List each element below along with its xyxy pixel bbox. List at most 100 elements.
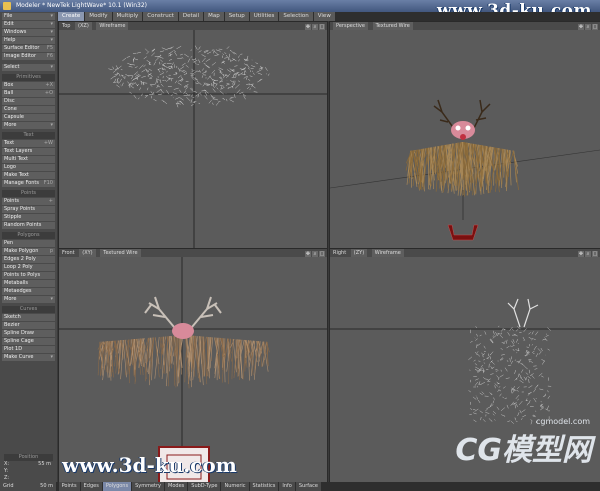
tool-select[interactable]: Select ▾: [2, 64, 55, 71]
tool-capsule[interactable]: Capsule: [2, 114, 55, 121]
section-primitives: Primitives: [2, 74, 55, 81]
tool-more[interactable]: More ▾: [2, 122, 55, 129]
tab-construct[interactable]: Construct: [143, 12, 178, 21]
position-y[interactable]: Y:: [2, 468, 55, 475]
tool-ball[interactable]: Ball +O: [2, 90, 55, 97]
watermark-bottom: www.3d-ku.com: [62, 453, 237, 477]
section-curves: Curves: [2, 306, 55, 313]
tool-logo[interactable]: Logo: [2, 164, 55, 171]
tool-manage-fonts[interactable]: Manage Fonts F10: [2, 180, 55, 187]
render-mode-dropdown[interactable]: Wireframe: [96, 22, 129, 30]
render-mode-dropdown[interactable]: Textured Wire: [372, 22, 413, 30]
section-text: Text: [2, 132, 55, 139]
grid-readout: Grid 50 m: [0, 482, 56, 491]
tool-metaedges[interactable]: Metaedges: [2, 288, 55, 295]
status-statistics[interactable]: Statistics: [249, 482, 279, 491]
tool-bezier[interactable]: Bezier: [2, 322, 55, 329]
tool-spray-points[interactable]: Spray Points: [2, 206, 55, 213]
tool-points[interactable]: Points +: [2, 198, 55, 205]
toolbar-tabs: Create Modify Multiply Construct Detail Map Se…: [58, 12, 600, 21]
tab-utilities[interactable]: Utilities: [249, 12, 279, 21]
view-label[interactable]: Top: [62, 22, 70, 30]
front-antlers: [144, 296, 222, 328]
top-wireframe-fur: [108, 45, 270, 108]
status-edges[interactable]: Edges: [80, 482, 102, 491]
viewport-front[interactable]: Front (XY) Textured Wire ✥ ⌕ □: [58, 248, 328, 484]
front-head: [172, 323, 194, 339]
render-mode-dropdown[interactable]: Textured Wire: [100, 249, 141, 257]
axis-dropdown[interactable]: (XY): [79, 249, 96, 257]
tab-selection[interactable]: Selection: [279, 12, 313, 21]
top-view-canvas: [59, 30, 327, 248]
tool-file[interactable]: File ▾: [2, 13, 55, 20]
lightwave-app-icon: [3, 2, 11, 10]
tool-sketch[interactable]: Sketch: [2, 314, 55, 321]
status-surface[interactable]: Surface: [295, 482, 321, 491]
tool-cone[interactable]: Cone: [2, 106, 55, 113]
status-bar: Grid 50 m Points Edges Polygons Symmetry Mod…: [0, 482, 600, 491]
tool-image-editor[interactable]: Image Editor F6: [2, 53, 55, 60]
view-dropdown[interactable]: Perspective: [333, 22, 368, 30]
tool-disc[interactable]: Disc: [2, 98, 55, 105]
tool-plot-1d[interactable]: Plot 1D: [2, 346, 55, 353]
tool-pen[interactable]: Pen: [2, 240, 55, 247]
right-wireframe-fur: [468, 325, 552, 425]
tab-view[interactable]: View: [313, 12, 335, 21]
tool-loop-2-poly[interactable]: Loop 2 Poly: [2, 264, 55, 271]
status-info[interactable]: Info: [279, 482, 295, 491]
viewport-header: Right (ZY) Wireframe ✥ ⌕ □: [330, 249, 600, 257]
position-heading: Position: [4, 454, 53, 461]
tab-multiply[interactable]: Multiply: [112, 12, 143, 21]
position-panel: Position X: 55 m Y: Z:: [2, 451, 55, 482]
axis-dropdown[interactable]: (XZ): [75, 22, 92, 30]
view-label[interactable]: Right: [333, 249, 346, 257]
section-polygons: Polygons: [2, 232, 55, 239]
tool-box[interactable]: Box +X: [2, 82, 55, 89]
tool-multi-text[interactable]: Multi Text: [2, 156, 55, 163]
tab-modify[interactable]: Modify: [85, 12, 112, 21]
front-fur: [97, 335, 270, 389]
tool-make-polygon[interactable]: Make Polygon p: [2, 248, 55, 255]
tab-setup[interactable]: Setup: [224, 12, 249, 21]
viewport-top[interactable]: Top (XZ) Wireframe ✥ ⌕ □: [58, 21, 328, 249]
status-subd-type[interactable]: SubD-Type: [188, 482, 221, 491]
viewport-perspective[interactable]: Perspective Textured Wire ✥ ⌕ □: [329, 21, 600, 249]
position-x[interactable]: X: 55 m: [2, 461, 55, 468]
tool-spline-draw[interactable]: Spline Draw: [2, 330, 55, 337]
tool-windows[interactable]: Windows ▾: [2, 29, 55, 36]
status-symmetry[interactable]: Symmetry: [132, 482, 165, 491]
tool-surface-editor[interactable]: Surface Editor F5: [2, 45, 55, 52]
tool-make-text[interactable]: Make Text: [2, 172, 55, 179]
viewport-header: Perspective Textured Wire ✥ ⌕ □: [330, 22, 600, 30]
tool-random-points[interactable]: Random Points: [2, 222, 55, 229]
tab-detail[interactable]: Detail: [178, 12, 204, 21]
tool-text-layers[interactable]: Text Layers: [2, 148, 55, 155]
tool-edit[interactable]: Edit ▾: [2, 21, 55, 28]
status-numeric[interactable]: Numeric: [221, 482, 249, 491]
tool-make-curve[interactable]: Make Curve ▾: [2, 354, 55, 361]
tool-text[interactable]: Text +W: [2, 140, 55, 147]
tab-create[interactable]: Create: [58, 12, 85, 21]
perspective-fur: [405, 141, 519, 197]
position-z[interactable]: Z:: [2, 475, 55, 482]
tool-edges-2-poly[interactable]: Edges 2 Poly: [2, 256, 55, 263]
status-polygons[interactable]: Polygons: [102, 482, 132, 491]
window-title: Modeler * NewTek LightWave* 10.1 (Win32): [16, 2, 147, 9]
front-view-canvas: [59, 257, 327, 483]
view-label[interactable]: Front: [62, 249, 75, 257]
status-points[interactable]: Points: [58, 482, 80, 491]
perspective-canvas: [330, 99, 600, 241]
axis-dropdown[interactable]: (ZY): [350, 249, 368, 257]
section-points: Points: [2, 190, 55, 197]
tool-points-to-polys[interactable]: Points to Polys: [2, 272, 55, 279]
tool-spline-cage[interactable]: Spline Cage: [2, 338, 55, 345]
render-mode-dropdown[interactable]: Wireframe: [371, 249, 404, 257]
cg-logo-watermark: cgmodel.com CG模型网: [455, 417, 592, 468]
status-modes[interactable]: Modes: [165, 482, 188, 491]
tool-stipple[interactable]: Stipple: [2, 214, 55, 221]
tool-metaballs[interactable]: Metaballs: [2, 280, 55, 287]
viewport-header: Front (XY) Textured Wire ✥ ⌕ □: [59, 249, 327, 257]
tab-map[interactable]: Map: [204, 12, 224, 21]
tool-more[interactable]: More ▾: [2, 296, 55, 303]
tool-help[interactable]: Help ▾: [2, 37, 55, 44]
